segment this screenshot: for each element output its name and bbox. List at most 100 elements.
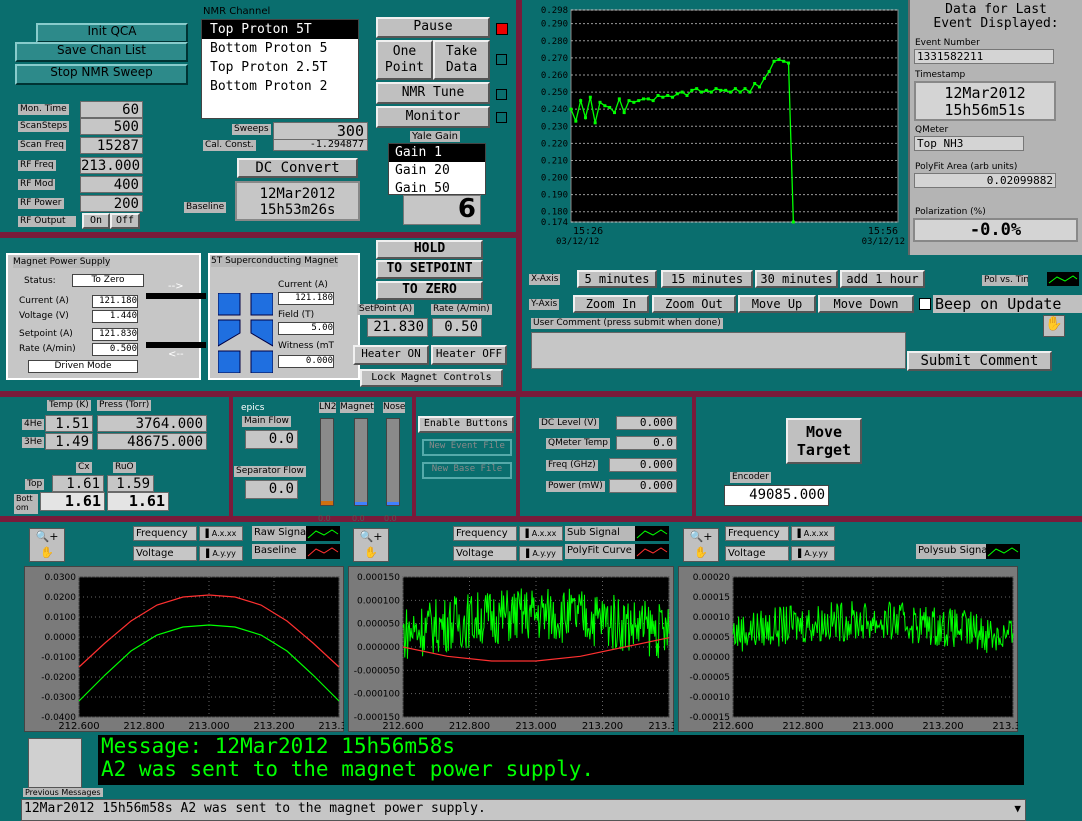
zoom-in-button[interactable]: Zoom In: [573, 295, 649, 313]
top-label: Top: [25, 479, 45, 490]
pan-hand-icon[interactable]: ✋: [364, 546, 378, 559]
take-data-button[interactable]: Take Data: [433, 40, 490, 80]
separator: [0, 391, 1082, 397]
move-target-button[interactable]: Move Target: [786, 418, 862, 464]
new-event-file-button[interactable]: New Event File: [422, 439, 512, 456]
enable-buttons-button[interactable]: Enable Buttons: [418, 416, 514, 433]
legend-label: Raw Signal: [252, 526, 306, 541]
axis-format-icon[interactable]: ▌A.y.yy: [791, 546, 835, 561]
param-value[interactable]: 60: [80, 101, 143, 118]
move-up-button[interactable]: Move Up: [738, 295, 816, 313]
crosshair-icon[interactable]: +: [373, 530, 382, 543]
dc-convert-button[interactable]: DC Convert: [237, 158, 358, 178]
x-30min-button[interactable]: 30 minutes: [755, 270, 838, 288]
new-base-file-button[interactable]: New Base File: [422, 462, 512, 479]
param-value[interactable]: 15287: [80, 137, 143, 154]
data-point: [767, 70, 771, 74]
take-data-indicator: [496, 54, 507, 65]
frequency-label: Frequency: [725, 526, 789, 541]
channel-item[interactable]: Bottom Proton 5: [202, 39, 358, 58]
heater-on-button[interactable]: Heater ON: [353, 345, 429, 365]
gain-list[interactable]: Gain 1 Gain 20 Gain 50: [388, 143, 486, 195]
cal-const-field[interactable]: -1.294877: [273, 139, 368, 151]
monitor-button[interactable]: Monitor: [376, 106, 490, 128]
gain-item[interactable]: Gain 1: [389, 144, 485, 162]
chevron-down-icon[interactable]: ▼: [1014, 800, 1021, 818]
gain-item[interactable]: Gain 50: [389, 180, 485, 194]
y-tick-label: 0.00000: [693, 653, 730, 663]
encoder-label: Encoder: [730, 472, 771, 483]
zoom-icon[interactable]: 🔍: [360, 530, 374, 543]
sweeps-field[interactable]: 300: [273, 122, 368, 140]
bottom-cx: 1.61: [40, 492, 105, 511]
setpoint-field[interactable]: 21.830: [367, 318, 428, 337]
channel-item[interactable]: Bottom Proton 2: [202, 77, 358, 96]
zoom-tools[interactable]: 🔍+ ✋: [29, 528, 65, 562]
init-qca-button[interactable]: Init QCA: [36, 23, 188, 43]
hold-button[interactable]: HOLD: [376, 240, 483, 259]
zoom-icon[interactable]: 🔍: [690, 530, 704, 543]
axis-format-icon[interactable]: ▌A.y.yy: [519, 546, 563, 561]
user-comment-input[interactable]: [531, 332, 906, 369]
heater-off-button[interactable]: Heater OFF: [431, 345, 507, 365]
monitor-indicator: [496, 112, 507, 123]
x-tick-label: 213.000: [188, 721, 229, 732]
rf-off-button[interactable]: Off: [110, 213, 140, 229]
event-number: 1331582211: [914, 49, 1054, 64]
pause-button[interactable]: Pause: [376, 17, 490, 38]
channel-item[interactable]: Top Proton 2.5T: [202, 58, 358, 77]
zoom-tools[interactable]: 🔍+ ✋: [683, 528, 719, 562]
crosshair-icon[interactable]: +: [703, 530, 712, 543]
to-zero-button[interactable]: TO ZERO: [376, 281, 483, 300]
submit-comment-button[interactable]: Submit Comment: [907, 351, 1052, 371]
mps-voltage-label: Voltage (V): [19, 311, 69, 321]
x-15min-button[interactable]: 15 minutes: [661, 270, 753, 288]
data-point: [791, 220, 795, 224]
lock-magnet-button[interactable]: Lock Magnet Controls: [360, 369, 503, 387]
main-flow-value: 0.0: [245, 430, 298, 449]
move-down-button[interactable]: Move Down: [818, 295, 914, 313]
message-line2: A2 was sent to the magnet power supply.: [101, 757, 595, 781]
mps-title: Magnet Power Supply: [13, 257, 111, 268]
channel-item[interactable]: Top Proton 5T: [202, 20, 358, 39]
data-point: [671, 95, 675, 99]
gain-item[interactable]: Gain 20: [389, 162, 485, 180]
rate-field[interactable]: 0.50: [432, 318, 482, 337]
x-tick-label: 212.600: [58, 721, 99, 732]
mps-status: To Zero: [72, 274, 144, 287]
beep-checkbox[interactable]: [919, 298, 931, 310]
sc-field-label: Field (T): [278, 310, 315, 320]
param-value[interactable]: 500: [80, 118, 143, 135]
pan-hand-icon[interactable]: ✋: [694, 546, 708, 559]
x-end-date: 03/12/12: [862, 237, 905, 247]
zoom-icon[interactable]: 🔍: [36, 530, 50, 543]
previous-messages-select[interactable]: 12Mar2012 15h56m58s A2 was sent to the m…: [21, 799, 1026, 821]
axis-format-icon[interactable]: ▌A.x.xx: [199, 526, 243, 541]
mps-mode: Driven Mode: [28, 360, 138, 373]
hand-icon[interactable]: ✋: [1043, 315, 1065, 337]
axis-format-icon[interactable]: ▌A.x.xx: [791, 526, 835, 541]
param-value[interactable]: 200: [80, 195, 143, 212]
axis-format-icon[interactable]: ▌A.x.xx: [519, 526, 563, 541]
axis-format-icon[interactable]: ▌A.y.yy: [199, 546, 243, 561]
y-tick-label: 0.00020: [693, 573, 730, 583]
y-tick-label: 0.240: [541, 105, 568, 115]
crosshair-icon[interactable]: +: [49, 530, 58, 543]
zoom-out-button[interactable]: Zoom Out: [652, 295, 736, 313]
data-point: [738, 90, 742, 94]
zoom-tools[interactable]: 🔍+ ✋: [353, 528, 389, 562]
x-5min-button[interactable]: 5 minutes: [577, 270, 657, 288]
nmr-tune-button[interactable]: NMR Tune: [376, 82, 490, 104]
one-point-button[interactable]: One Point: [376, 40, 433, 80]
stop-nmr-sweep-button[interactable]: Stop NMR Sweep: [15, 64, 188, 85]
nmr-channel-list[interactable]: Top Proton 5T Bottom Proton 5 Top Proton…: [201, 19, 359, 119]
save-chan-list-button[interactable]: Save Chan List: [15, 42, 188, 62]
param-value[interactable]: 400: [80, 176, 143, 193]
data-point: [762, 76, 766, 80]
param-value[interactable]: 213.000: [80, 157, 143, 174]
rf-on-button[interactable]: On: [82, 213, 110, 229]
nmr-tune-indicator: [496, 89, 507, 100]
pan-hand-icon[interactable]: ✋: [40, 546, 54, 559]
x-add-hour-button[interactable]: add 1 hour: [840, 270, 925, 288]
to-setpoint-button[interactable]: TO SETPOINT: [376, 260, 483, 279]
